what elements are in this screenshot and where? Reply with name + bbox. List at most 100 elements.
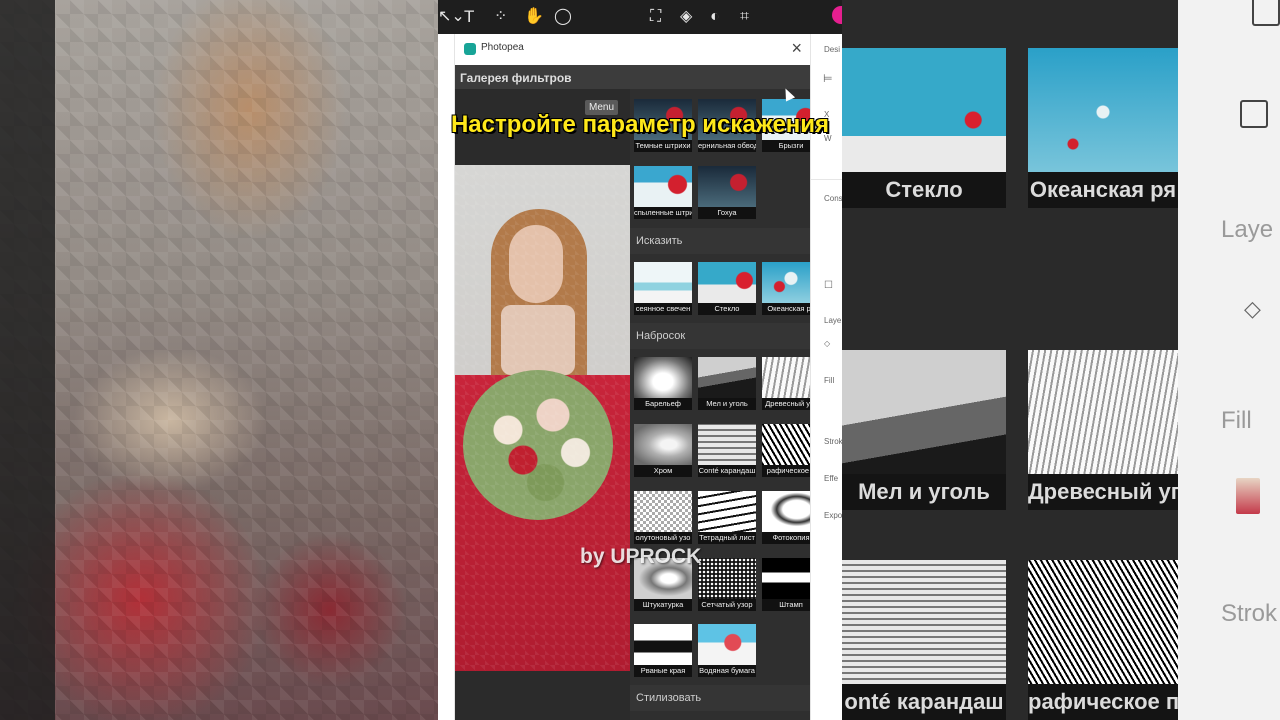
filter-image [698,166,756,207]
filter-label: Барельеф [634,398,692,410]
bg-panel-label: Laye [1221,216,1274,243]
filter-thumb[interactable]: Гохуа [698,166,756,219]
bg-panel-label: Fill [1221,407,1252,434]
filter-label: олутоновый узо [634,532,692,544]
filter-thumb[interactable]: Барельеф [634,357,692,410]
filter-image [634,424,692,465]
filter-image [762,424,810,465]
bg-thumb-label: Стекло [842,172,1006,208]
filter-gallery: Галерея фильтров Menu Темные штрихи ерни… [455,65,810,720]
filter-label: спыленные штри [634,207,692,219]
filter-thumb[interactable]: Рваные края [634,624,692,677]
divider [811,179,842,180]
close-icon[interactable]: × [791,38,802,59]
components-icon[interactable]: ⁘ [494,7,507,27]
filter-thumb[interactable]: Сетчатый узор [698,558,756,611]
contrast-icon[interactable]: ◐ [710,7,720,27]
preview-image [455,165,630,671]
bg-thumb-conte: onté карандаш [842,560,1006,720]
filter-label: Рваные края [634,665,692,677]
comment-icon[interactable]: ◯ [554,7,572,27]
filter-thumb[interactable]: Хром [634,424,692,477]
hand-icon[interactable]: ✋ [524,7,544,27]
crop-icon[interactable]: ⌗ [740,7,749,27]
filter-label: Океанская ря [762,303,810,315]
filter-thumb[interactable]: спыленные штри [634,166,692,219]
filter-image [762,357,810,398]
filter-label: Штукатурка [634,599,692,611]
filter-label: Штамп [762,599,810,611]
filter-label: Хром [634,465,692,477]
drop-icon: ◇ [824,339,831,348]
bg-thumb-label: Мел и уголь [842,474,1006,510]
filter-thumb[interactable]: рафическое п [762,424,810,477]
section-distort[interactable]: Исказить [630,228,810,254]
bg-thumb-label: Океанская ря [1028,172,1178,208]
filter-label: сеянное свечен [634,303,692,315]
filter-image [634,166,692,207]
frame-icon[interactable]: ⛶ [650,7,661,27]
filter-thumb[interactable]: Conté карандаш [698,424,756,477]
filter-image [698,624,756,665]
bg-thumb-label: onté карандаш [842,684,1006,720]
blurred-background-right: Стекло Океанская ря Мел и уголь Древесны… [842,0,1280,720]
app-screen: ↖⌄ T ⁘ ✋ ◯ ⛶ ◈ ◐ ⌗ Photopea × Галерея фи… [438,0,842,720]
filter-label: рафическое п [762,465,810,477]
filter-thumb[interactable]: сеянное свечен [634,262,692,315]
panel-label: Cons [824,194,842,203]
filter-label: Темные штрихи [634,140,692,152]
section-sketch[interactable]: Набросок [630,323,810,349]
fill-thumbnail [1236,478,1260,514]
filter-label: Сетчатый узор [698,599,756,611]
filter-label: Гохуа [698,207,756,219]
filter-image [762,491,810,532]
filter-list[interactable]: Темные штрихи ернильная обвод Брызги спы… [630,89,810,720]
photopea-logo-icon [464,43,476,55]
bg-thumb-ocean: Океанская ря [1028,48,1178,208]
preview-pane: Menu [455,89,630,720]
filter-image [698,262,756,303]
filter-image [698,491,756,532]
filter-thumb[interactable]: Мел и уголь [698,357,756,410]
align-icon[interactable]: ⊨ [823,72,833,85]
section-stylize[interactable]: Стилизовать [630,685,810,711]
plugin-title: Photopea [481,42,524,53]
filter-label: ернильная обвод [698,140,756,152]
bg-thumb-chalk: Мел и уголь [842,350,1006,510]
gallery-title: Галерея фильтров [460,71,572,85]
filter-image [698,424,756,465]
component-icon[interactable]: ◈ [680,7,692,27]
filter-label: Фотокопия [762,532,810,544]
filter-label: Стекло [698,303,756,315]
filter-image [634,624,692,665]
square-icon [1240,100,1268,128]
filter-image [634,357,692,398]
plugin-titlebar: Photopea × [455,34,810,65]
bg-design-panel: Laye ◇ Fill Strok [1178,0,1280,720]
watermark: by UPROCK [580,545,702,568]
filter-image [634,491,692,532]
bg-thumb-graphic: рафическое п [1028,560,1178,720]
bg-thumb-label: рафическое п [1028,684,1178,720]
filter-label: Мел и уголь [698,398,756,410]
filter-thumb[interactable]: Океанская ря [762,262,810,315]
filter-label: Водяная бумага [698,665,756,677]
checkbox-icon[interactable]: ☐ [824,280,833,291]
drop-icon: ◇ [1244,296,1261,321]
filter-thumb[interactable]: Водяная бумага [698,624,756,677]
bg-panel-label: Strok [1221,600,1278,627]
filter-thumb[interactable]: Древесный уго [762,357,810,410]
text-icon[interactable]: T [464,7,474,27]
panel-label: Effe [824,474,839,483]
filter-thumb[interactable]: олутоновый узо [634,491,692,544]
filter-thumb[interactable]: Фотокопия [762,491,810,544]
video-caption: Настройте параметр искажения [450,111,830,138]
filter-thumb[interactable]: Штамп [762,558,810,611]
filter-thumb[interactable]: Тетрадный лист [698,491,756,544]
avatar[interactable] [832,6,842,24]
move-icon[interactable]: ↖⌄ [438,7,465,27]
filter-thumb[interactable]: Стекло [698,262,756,315]
panel-label: Desi [824,45,841,54]
filter-image [762,262,810,303]
screen: Стекло Океанская ря Мел и уголь Древесны… [0,0,1280,720]
